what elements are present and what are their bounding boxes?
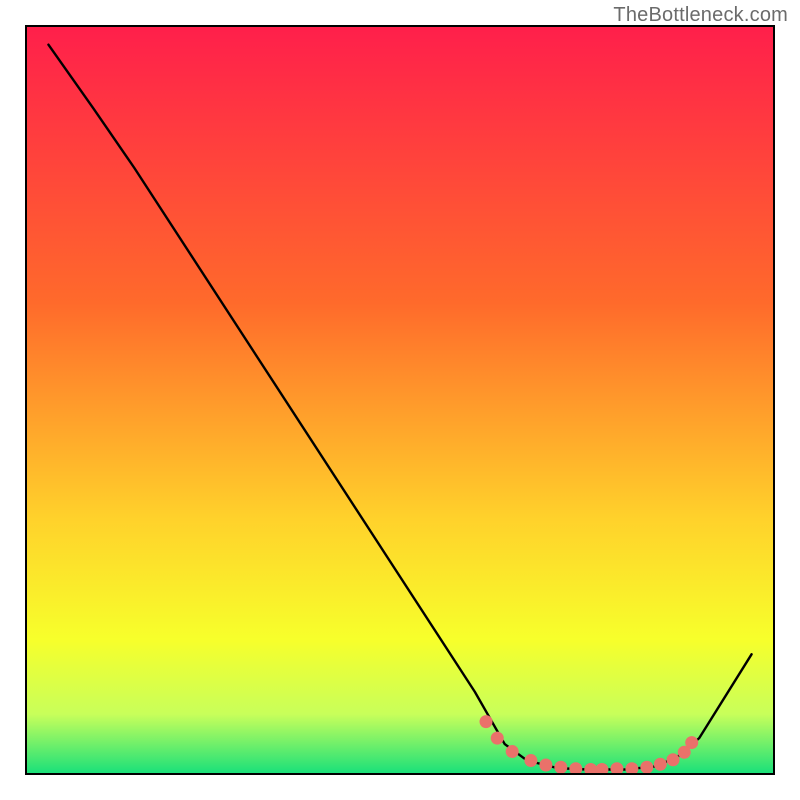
data-dot (667, 753, 680, 766)
data-dot (539, 759, 552, 772)
gradient-background (26, 26, 774, 774)
data-dot (554, 761, 567, 774)
data-dot (640, 761, 653, 774)
data-dot (654, 758, 667, 771)
bottleneck-chart-frame: TheBottleneck.com (0, 0, 800, 800)
data-dot (524, 754, 537, 767)
data-dot (685, 736, 698, 749)
data-dot (506, 745, 519, 758)
data-dot (480, 715, 493, 728)
chart-svg (0, 0, 800, 800)
data-dot (491, 732, 504, 745)
